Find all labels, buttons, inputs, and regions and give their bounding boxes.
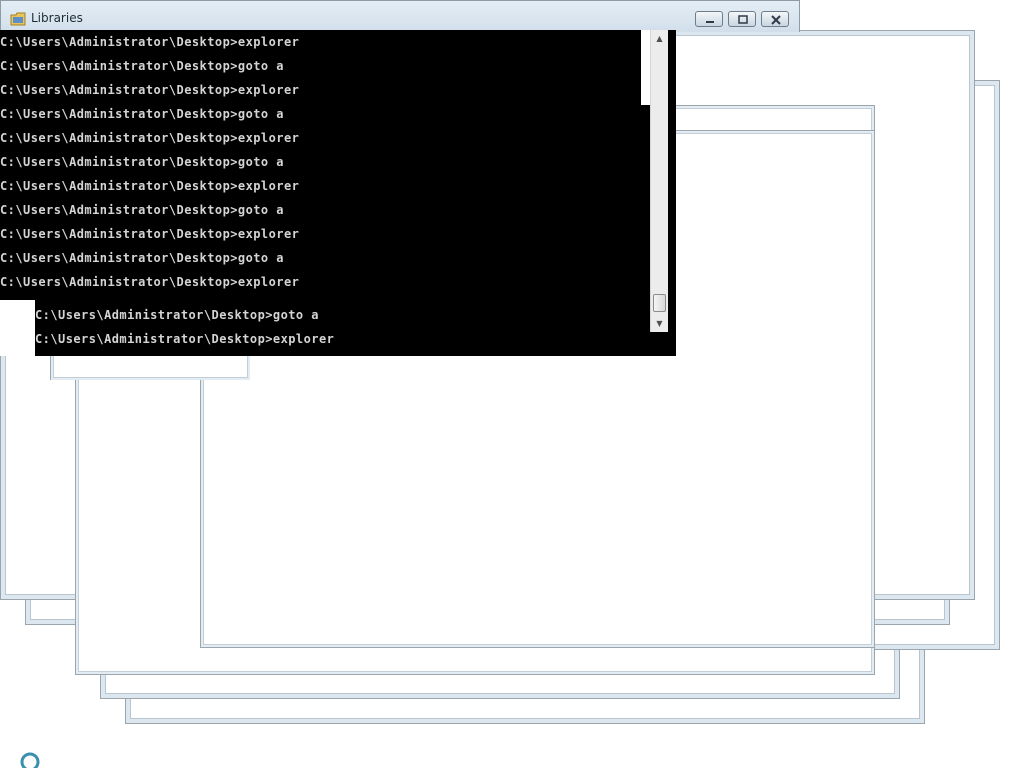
console-line: C:\Users\Administrator\Desktop>explorer bbox=[35, 332, 335, 346]
console-line: C:\Users\Administrator\Desktop>explorer bbox=[0, 275, 300, 289]
close-button[interactable] bbox=[761, 11, 789, 27]
libraries-titlebar[interactable]: Libraries bbox=[0, 0, 800, 32]
console-line: C:\Users\Administrator\Desktop>explorer bbox=[0, 83, 300, 97]
minimize-button[interactable] bbox=[695, 11, 723, 27]
close-icon bbox=[771, 15, 781, 25]
console-line: C:\Users\Administrator\Desktop>goto a bbox=[0, 251, 284, 265]
console-scrollbar[interactable]: ▲ ▼ bbox=[650, 30, 668, 332]
console-line: C:\Users\Administrator\Desktop>goto a bbox=[0, 59, 284, 73]
start-orb-icon[interactable] bbox=[20, 752, 40, 768]
maximize-icon bbox=[738, 15, 748, 24]
console-line: C:\Users\Administrator\Desktop>goto a bbox=[0, 107, 284, 121]
command-prompt-window[interactable]: C:\Users\Administrator\Desktop>explorer C… bbox=[0, 30, 676, 356]
window-title: Libraries bbox=[31, 11, 83, 25]
desktop: Libraries C:\Users\Administrator\Desktop… bbox=[0, 0, 1024, 768]
minimize-icon bbox=[706, 21, 714, 23]
console-line: C:\Users\Administrator\Desktop>goto a bbox=[0, 203, 284, 217]
console-line: C:\Users\Administrator\Desktop>explorer bbox=[0, 227, 300, 241]
scroll-down-arrow[interactable]: ▼ bbox=[651, 315, 668, 332]
console-line: C:\Users\Administrator\Desktop>goto a bbox=[0, 155, 284, 169]
window-artifact bbox=[641, 30, 650, 105]
maximize-button[interactable] bbox=[728, 11, 756, 27]
folder-libraries-icon bbox=[10, 11, 26, 26]
console-line: C:\Users\Administrator\Desktop>goto a bbox=[35, 308, 319, 322]
scroll-up-arrow[interactable]: ▲ bbox=[651, 30, 668, 47]
console-line: C:\Users\Administrator\Desktop>explorer bbox=[0, 179, 300, 193]
console-line: C:\Users\Administrator\Desktop>explorer bbox=[0, 35, 300, 49]
window-artifact bbox=[0, 300, 35, 356]
console-line: C:\Users\Administrator\Desktop>explorer bbox=[0, 131, 300, 145]
scroll-thumb[interactable] bbox=[653, 294, 666, 312]
